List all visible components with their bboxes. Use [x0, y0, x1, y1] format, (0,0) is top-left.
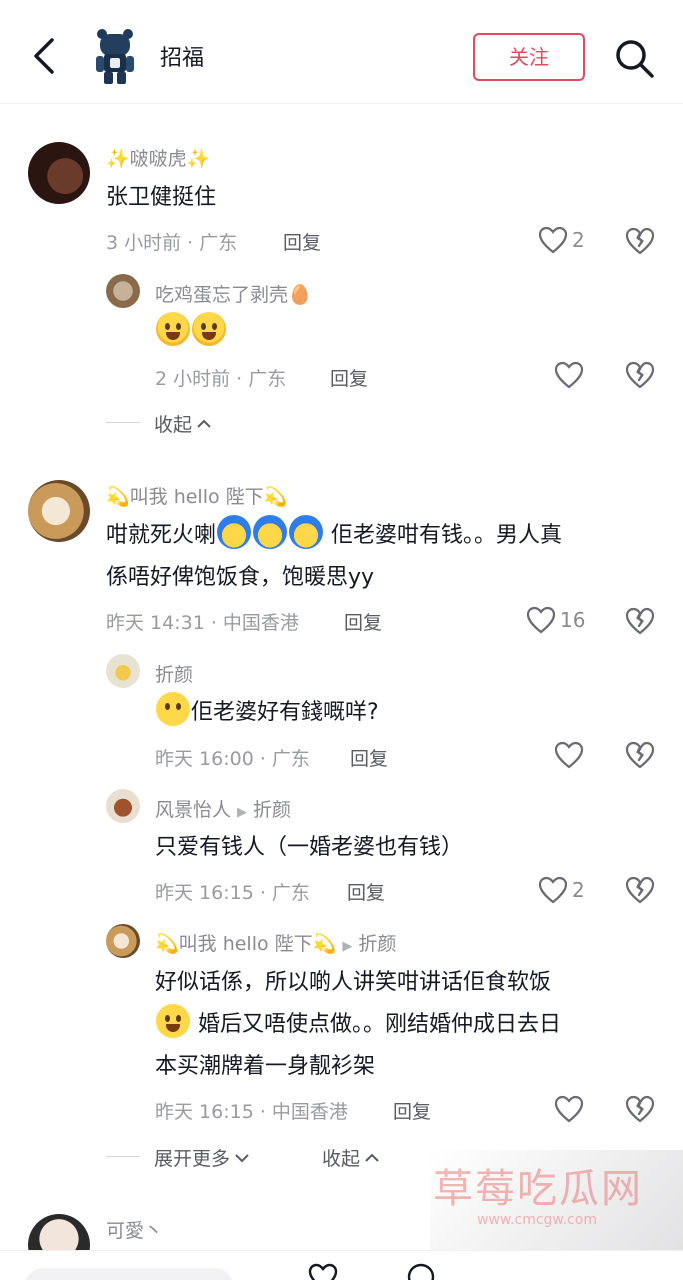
chevron-up-icon — [365, 1153, 379, 1162]
heart-icon[interactable] — [308, 1262, 338, 1280]
screaming-emoji-icon — [289, 515, 324, 549]
comment-text-part: 佢老婆咁有钱。。男人真 — [331, 523, 563, 548]
screaming-emoji-icon — [217, 515, 252, 549]
reply-meta: 2 小时前 · 广东 — [155, 368, 287, 390]
crying-emoji-icon — [156, 312, 190, 346]
reply-meta: 昨天 16:00 · 广东 — [155, 748, 310, 770]
reply-meta: 昨天 16:15 · 广东 — [155, 882, 310, 904]
like-button[interactable]: 2 — [538, 873, 585, 907]
collapse-button[interactable]: 收起 — [322, 1144, 380, 1171]
top-bar: 招福 关注 — [0, 0, 683, 104]
reply-button[interactable]: 回复 — [350, 744, 388, 771]
broken-heart-icon[interactable] — [625, 606, 655, 636]
reply-button[interactable]: 回复 — [344, 608, 382, 635]
avatar[interactable] — [106, 654, 140, 688]
like-button[interactable]: 16 — [526, 603, 585, 637]
heart-icon — [538, 876, 568, 904]
reply-arrow-icon: ▶ — [237, 805, 248, 820]
heart-icon[interactable] — [554, 740, 584, 770]
comment-text-line2: 係唔好俾饱饭食，饱暖思yy — [106, 565, 375, 590]
emoji-icon[interactable] — [406, 1262, 436, 1280]
back-icon[interactable] — [30, 36, 60, 76]
divider — [106, 422, 140, 423]
avatar[interactable] — [106, 274, 140, 308]
reply-username[interactable]: 风景怡人 ▶ 折颜 — [155, 795, 291, 822]
crying-emoji-icon — [192, 312, 226, 346]
comment-username[interactable]: 可愛丶 — [106, 1216, 163, 1243]
chevron-up-icon — [197, 419, 211, 428]
expand-more-button[interactable]: 展开更多 — [154, 1144, 250, 1171]
comment-meta: 3 小时前 · 广东 — [106, 232, 238, 254]
comment-input[interactable] — [24, 1268, 234, 1280]
follow-button[interactable]: 关注 — [473, 33, 585, 81]
search-icon[interactable] — [612, 36, 656, 80]
comment-meta: 昨天 14:31 · 中国香港 — [106, 612, 299, 634]
reply-target[interactable]: 折颜 — [253, 799, 291, 821]
watermark-title: 草莓吃瓜网 — [433, 1166, 643, 1212]
comment-username[interactable]: ✨啵啵虎✨ — [106, 144, 210, 171]
collapse-button[interactable]: 收起 — [154, 410, 212, 437]
reply-text-line3: 本买潮牌着一身靓衫架 — [155, 1054, 376, 1079]
divider — [106, 1156, 140, 1157]
reply-username[interactable]: 吃鸡蛋忘了剥壳🥚 — [155, 280, 312, 307]
comment-text: 咁就死火喇 佢老婆咁有钱。。男人真 — [106, 515, 562, 557]
reply-button[interactable]: 回复 — [347, 878, 385, 905]
reply-username[interactable]: 💫叫我 hello 陛下💫 ▶ 折颜 — [155, 929, 396, 956]
thinking-emoji-icon — [156, 692, 190, 726]
bearbrick-avatar[interactable] — [92, 28, 138, 86]
avatar[interactable] — [106, 924, 140, 958]
broken-heart-icon[interactable] — [625, 360, 655, 390]
like-count: 2 — [572, 228, 585, 252]
heart-icon — [526, 606, 556, 634]
screaming-emoji-icon — [253, 515, 288, 549]
chevron-down-icon — [235, 1153, 249, 1162]
comment-username[interactable]: 💫叫我 hello 陛下💫 — [106, 482, 287, 509]
collapse-label: 收起 — [322, 1148, 361, 1170]
reply-username[interactable]: 折颜 — [155, 660, 193, 687]
like-count: 2 — [572, 878, 585, 902]
reply-text-part: 佢老婆好有錢嘅咩? — [191, 700, 379, 725]
reply-username-text: 风景怡人 — [155, 799, 232, 821]
reply-text-line2: 婚后又唔使点做。。刚结婚仲成日去日 — [155, 1004, 561, 1046]
reply-meta: 昨天 16:15 · 中国香港 — [155, 1101, 348, 1123]
comment-text-part: 咁就死火喇 — [106, 523, 217, 548]
avatar[interactable] — [28, 480, 90, 542]
expand-more-label: 展开更多 — [154, 1148, 231, 1170]
reply-text-line1: 好似话係，所以啲人讲笑咁讲话佢食软饭 — [155, 970, 552, 995]
reply-button[interactable]: 回复 — [283, 228, 321, 255]
collapse-label: 收起 — [154, 414, 193, 436]
reply-text: 只爱有钱人（一婚老婆也有钱） — [155, 835, 464, 860]
reply-text: 佢老婆好有錢嘅咩? — [155, 692, 379, 734]
account-name[interactable]: 招福 — [160, 40, 204, 72]
heart-icon[interactable] — [554, 1094, 584, 1124]
avatar[interactable] — [106, 789, 140, 823]
grinning-emoji-icon — [156, 1004, 190, 1038]
avatar[interactable] — [28, 142, 90, 204]
broken-heart-icon[interactable] — [625, 226, 655, 256]
watermark-url: www.cmcgw.com — [477, 1212, 597, 1228]
broken-heart-icon[interactable] — [625, 1094, 655, 1124]
reply-button[interactable]: 回复 — [330, 364, 368, 391]
reply-button[interactable]: 回复 — [393, 1097, 431, 1124]
like-button[interactable]: 2 — [538, 223, 585, 257]
comment-text: 张卫健挺住 — [106, 185, 217, 210]
broken-heart-icon[interactable] — [625, 740, 655, 770]
reply-target[interactable]: 折颜 — [358, 933, 396, 955]
reply-emoji-text — [155, 312, 227, 354]
reply-text-part: 婚后又唔使点做。。刚结婚仲成日去日 — [198, 1012, 562, 1037]
heart-icon[interactable] — [554, 360, 584, 390]
heart-icon — [538, 226, 568, 254]
broken-heart-icon[interactable] — [625, 875, 655, 905]
like-count: 16 — [560, 608, 586, 632]
reply-username-text: 💫叫我 hello 陛下💫 — [155, 933, 337, 955]
reply-arrow-icon: ▶ — [342, 939, 353, 954]
